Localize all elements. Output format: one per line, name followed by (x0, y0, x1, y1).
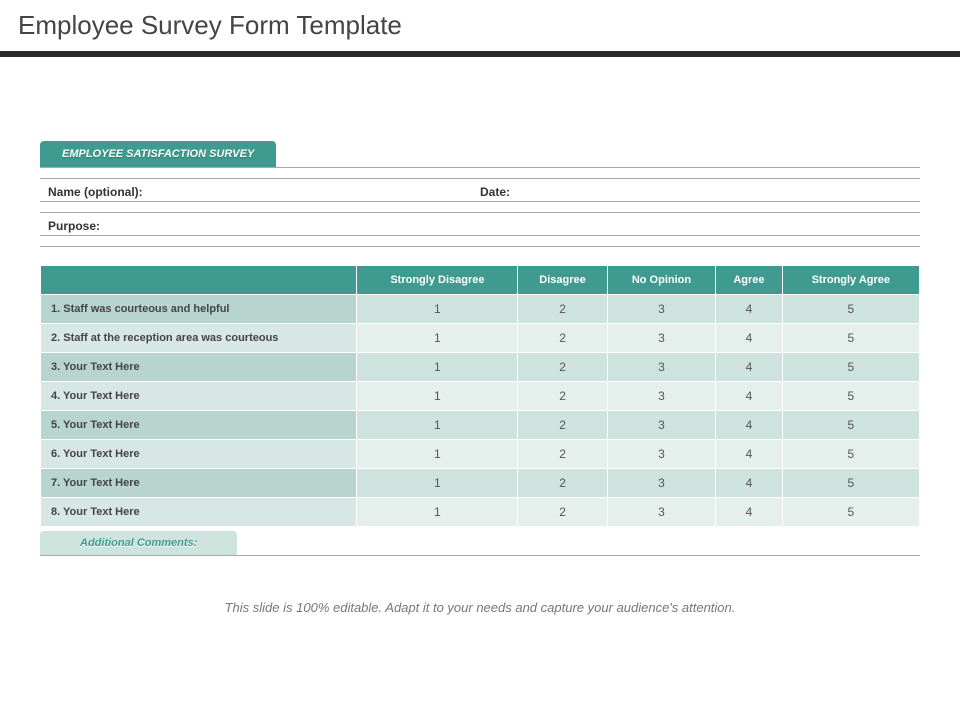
table-row: 8. Your Text Here12345 (41, 498, 920, 527)
rating-cell[interactable]: 3 (607, 382, 716, 411)
rating-cell[interactable]: 1 (357, 295, 518, 324)
rating-cell[interactable]: 5 (782, 295, 919, 324)
rating-cell[interactable]: 2 (518, 440, 607, 469)
rating-cell[interactable]: 4 (716, 498, 782, 527)
purpose-label: Purpose: (48, 219, 100, 233)
rating-cell[interactable]: 1 (357, 498, 518, 527)
table-row: 4. Your Text Here12345 (41, 382, 920, 411)
rating-cell[interactable]: 1 (357, 469, 518, 498)
table-row: 6. Your Text Here12345 (41, 440, 920, 469)
header-blank (41, 266, 357, 295)
footer-note: This slide is 100% editable. Adapt it to… (40, 600, 920, 615)
rating-cell[interactable]: 4 (716, 295, 782, 324)
purpose-row: Purpose: (40, 213, 920, 236)
rating-cell[interactable]: 3 (607, 353, 716, 382)
rating-cell[interactable]: 5 (782, 382, 919, 411)
question-cell: 2. Staff at the reception area was court… (41, 324, 357, 353)
rating-cell[interactable]: 3 (607, 411, 716, 440)
rating-cell[interactable]: 1 (357, 382, 518, 411)
header-col: Strongly Disagree (357, 266, 518, 295)
rating-cell[interactable]: 4 (716, 440, 782, 469)
rating-cell[interactable]: 1 (357, 440, 518, 469)
rating-cell[interactable]: 5 (782, 324, 919, 353)
rating-cell[interactable]: 4 (716, 324, 782, 353)
table-row: 1. Staff was courteous and helpful12345 (41, 295, 920, 324)
table-header-row: Strongly Disagree Disagree No Opinion Ag… (41, 266, 920, 295)
question-cell: 4. Your Text Here (41, 382, 357, 411)
slide-title: Employee Survey Form Template (0, 0, 960, 51)
divider (40, 246, 920, 247)
rating-cell[interactable]: 1 (357, 324, 518, 353)
rating-cell[interactable]: 1 (357, 411, 518, 440)
table-row: 7. Your Text Here12345 (41, 469, 920, 498)
rating-cell[interactable]: 4 (716, 469, 782, 498)
rating-cell[interactable]: 4 (716, 382, 782, 411)
rating-cell[interactable]: 3 (607, 295, 716, 324)
rating-cell[interactable]: 5 (782, 353, 919, 382)
rating-cell[interactable]: 3 (607, 440, 716, 469)
name-label: Name (optional): (48, 185, 143, 199)
survey-table: Strongly Disagree Disagree No Opinion Ag… (40, 265, 920, 527)
question-cell: 7. Your Text Here (41, 469, 357, 498)
question-cell: 8. Your Text Here (41, 498, 357, 527)
question-cell: 1. Staff was courteous and helpful (41, 295, 357, 324)
rating-cell[interactable]: 3 (607, 324, 716, 353)
name-date-row: Name (optional): Date: (40, 179, 920, 202)
rating-cell[interactable]: 2 (518, 295, 607, 324)
table-row: 2. Staff at the reception area was court… (41, 324, 920, 353)
rating-cell[interactable]: 3 (607, 498, 716, 527)
table-row: 5. Your Text Here12345 (41, 411, 920, 440)
rating-cell[interactable]: 5 (782, 469, 919, 498)
rating-cell[interactable]: 2 (518, 498, 607, 527)
divider (40, 555, 920, 556)
rating-cell[interactable]: 4 (716, 411, 782, 440)
question-cell: 6. Your Text Here (41, 440, 357, 469)
rating-cell[interactable]: 2 (518, 469, 607, 498)
rating-cell[interactable]: 3 (607, 469, 716, 498)
header-col: Disagree (518, 266, 607, 295)
question-cell: 3. Your Text Here (41, 353, 357, 382)
rating-cell[interactable]: 2 (518, 324, 607, 353)
rating-cell[interactable]: 1 (357, 353, 518, 382)
table-row: 3. Your Text Here12345 (41, 353, 920, 382)
rating-cell[interactable]: 5 (782, 498, 919, 527)
header-col: Strongly Agree (782, 266, 919, 295)
survey-header-tab: EMPLOYEE SATISFACTION SURVEY (40, 141, 276, 167)
rating-cell[interactable]: 4 (716, 353, 782, 382)
comments-tab: Additional Comments: (40, 531, 237, 555)
rating-cell[interactable]: 2 (518, 411, 607, 440)
question-cell: 5. Your Text Here (41, 411, 357, 440)
date-label: Date: (480, 185, 510, 199)
rating-cell[interactable]: 2 (518, 382, 607, 411)
header-col: Agree (716, 266, 782, 295)
rating-cell[interactable]: 2 (518, 353, 607, 382)
rating-cell[interactable]: 5 (782, 411, 919, 440)
header-col: No Opinion (607, 266, 716, 295)
rating-cell[interactable]: 5 (782, 440, 919, 469)
